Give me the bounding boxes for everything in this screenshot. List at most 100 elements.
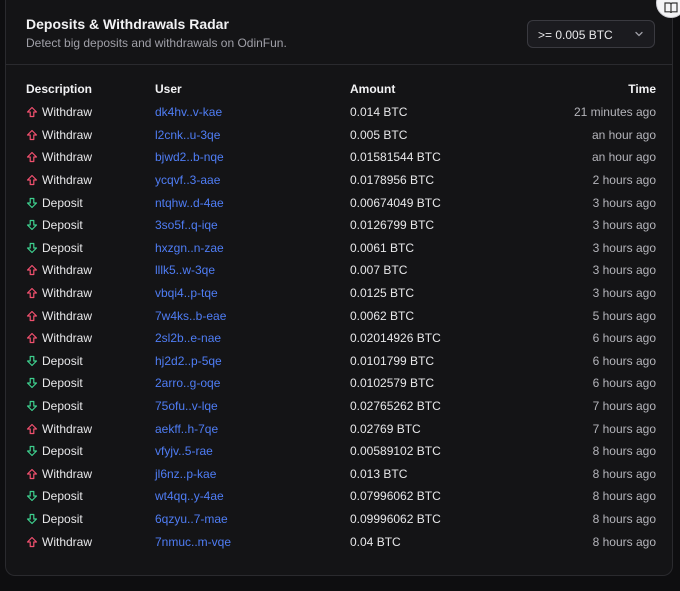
row-user: 3so5f..q-iqe: [155, 214, 350, 237]
row-amount: 0.0178956 BTC: [350, 173, 435, 188]
row-user: dk4hv..v-kae: [155, 101, 350, 124]
threshold-select[interactable]: >= 0.005 BTC: [527, 20, 655, 48]
row-description-label: Deposit: [42, 240, 83, 255]
user-link[interactable]: wt4qq..y-4ae: [155, 489, 224, 503]
user-link[interactable]: jl6nz..p-kae: [155, 467, 216, 481]
table-row: Withdraw jl6nz..p-kae 0.013 BTC 8 hours ago: [26, 463, 656, 486]
row-time: an hour ago: [591, 150, 656, 165]
user-link[interactable]: l2cnk..u-3qe: [155, 128, 220, 142]
row-description: Deposit: [26, 237, 155, 260]
row-user: lllk5..w-3qe: [155, 259, 350, 282]
row-amount: 0.02014926 BTC: [350, 331, 441, 346]
table-row: Deposit wt4qq..y-4ae 0.07996062 BTC 8 hours…: [26, 485, 656, 508]
card-header: Deposits & Withdrawals Radar Detect big …: [6, 0, 672, 65]
user-link[interactable]: hxzgn..n-zae: [155, 241, 224, 255]
row-time: 2 hours ago: [592, 173, 656, 188]
row-description-label: Deposit: [42, 218, 83, 233]
row-description: Withdraw: [26, 101, 155, 124]
table-row: Deposit vfyjv..5-rae 0.00589102 BTC 8 hours…: [26, 440, 656, 463]
row-description-label: Deposit: [42, 195, 83, 210]
row-time: 6 hours ago: [592, 331, 656, 346]
row-amount: 0.02765262 BTC: [350, 399, 441, 414]
table-row: Withdraw vbqi4..p-tqe 0.0125 BTC 3 hours ag…: [26, 282, 656, 305]
row-time: 3 hours ago: [592, 263, 656, 278]
row-time: 3 hours ago: [592, 195, 656, 210]
row-user: ntqhw..d-4ae: [155, 191, 350, 214]
row-amount: 0.007 BTC: [350, 263, 408, 278]
row-time: 3 hours ago: [592, 218, 656, 233]
arrow-up-icon: [26, 468, 38, 479]
row-time: 8 hours ago: [592, 444, 656, 459]
row-user: bjwd2..b-nqe: [155, 146, 350, 169]
row-time: 7 hours ago: [592, 421, 656, 436]
user-link[interactable]: 6qzyu..7-mae: [155, 512, 228, 526]
arrow-up-icon: [26, 536, 38, 547]
user-link[interactable]: lllk5..w-3qe: [155, 263, 215, 277]
row-user: 2sl2b..e-nae: [155, 327, 350, 350]
page-subtitle: Detect big deposits and withdrawals on O…: [26, 36, 287, 50]
user-link[interactable]: 75ofu..v-lqe: [155, 399, 218, 413]
row-amount: 0.01581544 BTC: [350, 150, 441, 165]
row-user: 6qzyu..7-mae: [155, 508, 350, 531]
row-description: Deposit: [26, 485, 155, 508]
table-row: Withdraw bjwd2..b-nqe 0.01581544 BTC an hou…: [26, 146, 656, 169]
row-amount: 0.02769 BTC: [350, 421, 421, 436]
row-user: 7w4ks..b-eae: [155, 304, 350, 327]
row-user: aekff..h-7qe: [155, 417, 350, 440]
table-row: Withdraw lllk5..w-3qe 0.007 BTC 3 hours ago: [26, 259, 656, 282]
user-link[interactable]: hj2d2..p-5qe: [155, 354, 222, 368]
user-link[interactable]: vbqi4..p-tqe: [155, 286, 218, 300]
user-link[interactable]: ycqvf..3-aae: [155, 173, 220, 187]
table-row: Withdraw 7w4ks..b-eae 0.0062 BTC 5 hours ag…: [26, 304, 656, 327]
row-amount: 0.07996062 BTC: [350, 489, 441, 504]
user-link[interactable]: 7nmuc..m-vqe: [155, 535, 231, 549]
row-description: Deposit: [26, 214, 155, 237]
row-amount: 0.013 BTC: [350, 466, 408, 481]
arrow-up-icon: [26, 107, 38, 118]
user-link[interactable]: 7w4ks..b-eae: [155, 309, 226, 323]
row-description-label: Deposit: [42, 353, 83, 368]
row-description-label: Deposit: [42, 376, 83, 391]
user-link[interactable]: 2sl2b..e-nae: [155, 331, 221, 345]
row-time: 21 minutes ago: [573, 105, 656, 120]
user-link[interactable]: 2arro..g-oqe: [155, 376, 220, 390]
row-user: 2arro..g-oqe: [155, 372, 350, 395]
row-amount: 0.00674049 BTC: [350, 195, 441, 210]
chevron-down-icon: [635, 31, 643, 37]
row-description-label: Withdraw: [42, 466, 93, 481]
row-time: 3 hours ago: [592, 240, 656, 255]
page-title: Deposits & Withdrawals Radar: [26, 16, 229, 32]
row-time: an hour ago: [591, 127, 656, 142]
row-description: Deposit: [26, 350, 155, 373]
row-description-label: Withdraw: [42, 150, 93, 165]
arrow-up-icon: [26, 174, 38, 186]
row-time: 6 hours ago: [592, 376, 656, 391]
user-link[interactable]: aekff..h-7qe: [155, 422, 218, 436]
row-description: Withdraw: [26, 327, 155, 350]
table-row: Withdraw l2cnk..u-3qe 0.005 BTC an hour ago: [26, 124, 656, 147]
row-time: 3 hours ago: [592, 286, 656, 301]
arrow-up-icon: [26, 423, 38, 434]
user-link[interactable]: vfyjv..5-rae: [155, 444, 213, 458]
row-user: 75ofu..v-lqe: [155, 395, 350, 418]
column-header-time: Time: [628, 82, 656, 96]
row-time: 5 hours ago: [592, 308, 656, 323]
row-amount: 0.0126799 BTC: [350, 218, 435, 233]
table-row: Deposit 75ofu..v-lqe 0.02765262 BTC 7 hours…: [26, 395, 656, 418]
row-description-label: Deposit: [42, 489, 83, 504]
row-amount: 0.0125 BTC: [350, 286, 415, 301]
arrow-up-icon: [26, 129, 38, 140]
row-user: hj2d2..p-5qe: [155, 350, 350, 373]
arrow-down-icon: [26, 513, 38, 525]
user-link[interactable]: ntqhw..d-4ae: [155, 196, 224, 210]
row-amount: 0.04 BTC: [350, 534, 401, 549]
user-link[interactable]: dk4hv..v-kae: [155, 105, 222, 119]
row-amount: 0.0102579 BTC: [350, 376, 435, 391]
row-description-label: Withdraw: [42, 105, 93, 120]
row-description-label: Withdraw: [42, 421, 93, 436]
user-link[interactable]: bjwd2..b-nqe: [155, 150, 224, 164]
user-link[interactable]: 3so5f..q-iqe: [155, 218, 218, 232]
row-description: Withdraw: [26, 463, 155, 486]
table-row: Withdraw aekff..h-7qe 0.02769 BTC 7 hours a…: [26, 417, 656, 440]
row-user: l2cnk..u-3qe: [155, 124, 350, 147]
